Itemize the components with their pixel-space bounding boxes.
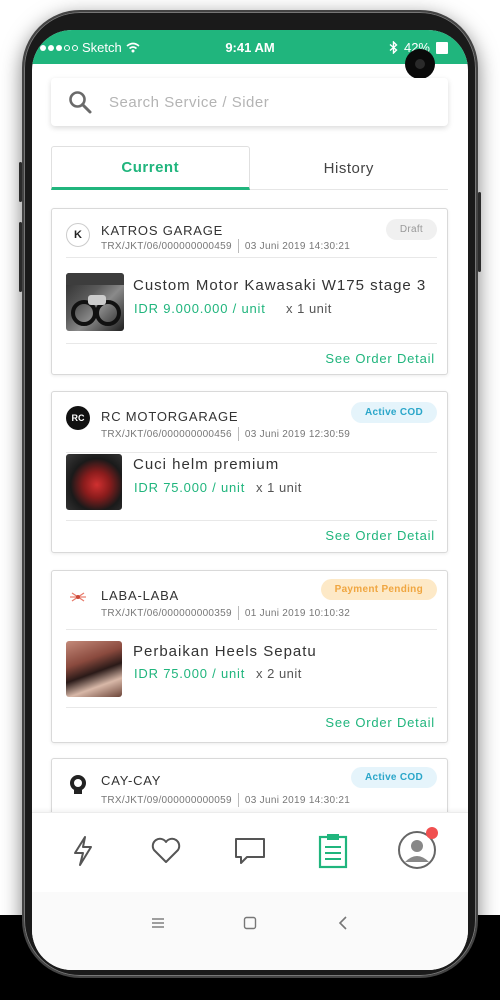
item-price: IDR 75.000 / unit: [134, 666, 246, 681]
battery-icon: [436, 41, 448, 54]
search-icon[interactable]: [67, 89, 93, 115]
divider: [66, 257, 437, 258]
order-date: 03 Juni 2019 14:30:21: [244, 241, 351, 252]
garage-logo: K: [66, 223, 90, 247]
orders-icon[interactable]: [317, 833, 349, 869]
garage-name: CAY-CAY: [101, 773, 162, 788]
order-card[interactable]: K KATROS GARAGE TRX/JKT/06/000000000459 …: [51, 208, 448, 375]
bolt-icon[interactable]: [69, 835, 97, 867]
order-meta: TRX/JKT/09/000000000059 03 Juni 2019 14:…: [101, 793, 351, 807]
meta-separator: [237, 606, 239, 620]
garage-logo: [66, 773, 90, 797]
volume-button: [19, 222, 22, 292]
recent-apps-icon[interactable]: [151, 916, 165, 930]
logo-mark: K: [74, 229, 82, 241]
bluetooth-icon: [389, 41, 398, 54]
product-image: [66, 641, 122, 697]
search-input[interactable]: [109, 93, 429, 111]
item-quantity: x 1 unit: [286, 301, 332, 316]
nav-chat[interactable]: [230, 831, 270, 871]
nav-orders[interactable]: [313, 831, 353, 871]
chat-icon[interactable]: [233, 836, 267, 866]
see-order-detail-link[interactable]: See Order Detail: [325, 351, 435, 366]
back-button[interactable]: [337, 916, 349, 935]
order-date: 01 Juni 2019 10:10:32: [244, 608, 351, 619]
order-meta: TRX/JKT/06/000000000459 03 Juni 2019 14:…: [101, 239, 351, 253]
see-order-detail-link[interactable]: See Order Detail: [325, 715, 435, 730]
notification-dot: [426, 827, 438, 839]
see-order-detail-link[interactable]: See Order Detail: [325, 528, 435, 543]
logo-mark: RC: [71, 413, 85, 423]
order-tabs: Current History: [51, 146, 448, 190]
item-title: Cuci helm premium: [133, 456, 280, 473]
cay-cay-logo-icon: [70, 775, 86, 794]
divider: [66, 629, 437, 630]
status-badge: Active COD: [350, 767, 437, 788]
garage-name: RC MOTORGARAGE: [101, 409, 239, 424]
meta-separator: [237, 793, 239, 807]
order-card[interactable]: LABA-LABA TRX/JKT/06/000000000359 01 Jun…: [51, 570, 448, 743]
transaction-id: TRX/JKT/06/000000000359: [101, 608, 232, 619]
order-date: 03 Juni 2019 12:30:59: [244, 429, 351, 440]
back-icon[interactable]: [337, 916, 349, 930]
divider: [66, 452, 437, 453]
nav-favorites[interactable]: [146, 831, 186, 871]
home-button[interactable]: [243, 916, 257, 935]
nav-bolt[interactable]: [63, 831, 103, 871]
item-title: Perbaikan Heels Sepatu: [133, 643, 317, 660]
status-bar: Sketch 9:41 AM 42%: [32, 30, 468, 64]
front-camera: [405, 49, 435, 79]
status-badge: Payment Pending: [320, 579, 437, 600]
heart-icon[interactable]: [150, 837, 182, 865]
status-badge: Active COD: [350, 402, 437, 423]
power-button: [478, 192, 481, 272]
item-quantity: x 1 unit: [256, 480, 302, 495]
app-screen: Sketch 9:41 AM 42% Current History: [32, 30, 468, 970]
status-badge: Draft: [385, 219, 437, 240]
divider: [66, 707, 437, 708]
tab-current[interactable]: Current: [51, 146, 250, 190]
garage-name: LABA-LABA: [101, 588, 180, 603]
item-price: IDR 9.000.000 / unit: [134, 301, 266, 316]
bottom-nav: [32, 812, 468, 892]
garage-logo: [66, 585, 90, 609]
system-nav-bar: [32, 892, 468, 970]
meta-separator: [237, 239, 239, 253]
order-date: 03 Juni 2019 14:30:21: [244, 795, 351, 806]
order-card[interactable]: RC RC MOTORGARAGE TRX/JKT/06/00000000045…: [51, 391, 448, 553]
tab-history[interactable]: History: [250, 146, 449, 190]
product-image: [66, 273, 124, 331]
search-bar[interactable]: [51, 78, 448, 126]
garage-name: KATROS GARAGE: [101, 223, 224, 238]
meta-separator: [237, 427, 239, 441]
transaction-id: TRX/JKT/06/000000000456: [101, 429, 232, 440]
item-price: IDR 75.000 / unit: [134, 480, 246, 495]
home-icon[interactable]: [243, 916, 257, 930]
divider: [66, 520, 437, 521]
divider: [66, 343, 437, 344]
order-meta: TRX/JKT/06/000000000359 01 Juni 2019 10:…: [101, 606, 351, 620]
item-quantity: x 2 unit: [256, 666, 302, 681]
garage-logo: RC: [66, 406, 90, 430]
recent-apps-button[interactable]: [151, 916, 165, 935]
item-title: Custom Motor Kawasaki W175 stage 3: [133, 277, 427, 294]
nav-profile[interactable]: [396, 827, 438, 871]
spider-icon: [70, 592, 86, 602]
transaction-id: TRX/JKT/09/000000000059: [101, 795, 232, 806]
product-image: [66, 454, 122, 510]
order-meta: TRX/JKT/06/000000000456 03 Juni 2019 12:…: [101, 427, 351, 441]
transaction-id: TRX/JKT/06/000000000459: [101, 241, 232, 252]
volume-button: [19, 162, 22, 202]
